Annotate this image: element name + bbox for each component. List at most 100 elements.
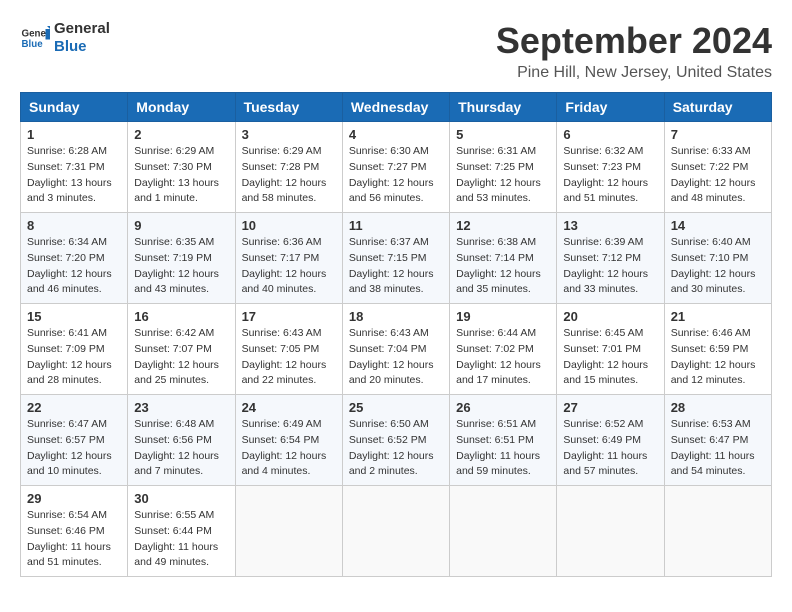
calendar-cell: 21 Sunrise: 6:46 AMSunset: 6:59 PMDayligh… xyxy=(664,304,771,395)
day-number: 6 xyxy=(563,127,657,142)
day-number: 19 xyxy=(456,309,550,324)
day-info: Sunrise: 6:29 AMSunset: 7:28 PMDaylight:… xyxy=(242,144,336,207)
logo-icon: General Blue xyxy=(20,23,50,53)
day-info: Sunrise: 6:50 AMSunset: 6:52 PMDaylight:… xyxy=(349,417,443,480)
weekday-header-tuesday: Tuesday xyxy=(235,93,342,122)
calendar-cell: 29Sunrise: 6:54 AMSunset: 6:46 PMDayligh… xyxy=(21,486,128,577)
day-number: 14 xyxy=(671,218,765,233)
day-info: Sunrise: 6:46 AMSunset: 6:59 PMDaylight:… xyxy=(671,326,765,389)
day-info: Sunrise: 6:45 AMSunset: 7:01 PMDaylight:… xyxy=(563,326,657,389)
calendar-cell: 24 Sunrise: 6:49 AMSunset: 6:54 PMDayligh… xyxy=(235,395,342,486)
calendar-week-row: 1 Sunrise: 6:28 AMSunset: 7:31 PMDaylight… xyxy=(21,122,772,213)
weekday-header-friday: Friday xyxy=(557,93,664,122)
day-number: 23 xyxy=(134,400,228,415)
calendar-cell: 23Sunrise: 6:48 AMSunset: 6:56 PMDayligh… xyxy=(128,395,235,486)
day-number: 1 xyxy=(27,127,121,142)
day-number: 25 xyxy=(349,400,443,415)
weekday-header-row: SundayMondayTuesdayWednesdayThursdayFrid… xyxy=(21,93,772,122)
day-info: Sunrise: 6:47 AMSunset: 6:57 PMDaylight:… xyxy=(27,417,121,480)
day-info: Sunrise: 6:29 AMSunset: 7:30 PMDaylight:… xyxy=(134,144,228,207)
day-number: 30 xyxy=(134,491,228,506)
calendar-cell xyxy=(235,486,342,577)
calendar-cell: 2Sunrise: 6:29 AMSunset: 7:30 PMDaylight… xyxy=(128,122,235,213)
calendar-cell: 4 Sunrise: 6:30 AMSunset: 7:27 PMDaylight… xyxy=(342,122,449,213)
day-number: 22 xyxy=(27,400,121,415)
day-number: 5 xyxy=(456,127,550,142)
calendar-cell: 27Sunrise: 6:52 AMSunset: 6:49 PMDayligh… xyxy=(557,395,664,486)
day-number: 9 xyxy=(134,218,228,233)
page-header: General Blue General Blue September 2024… xyxy=(20,20,772,82)
day-info: Sunrise: 6:49 AMSunset: 6:54 PMDaylight:… xyxy=(242,417,336,480)
day-info: Sunrise: 6:41 AMSunset: 7:09 PMDaylight:… xyxy=(27,326,121,389)
day-info: Sunrise: 6:33 AMSunset: 7:22 PMDaylight:… xyxy=(671,144,765,207)
day-number: 13 xyxy=(563,218,657,233)
day-number: 15 xyxy=(27,309,121,324)
day-number: 28 xyxy=(671,400,765,415)
day-info: Sunrise: 6:28 AMSunset: 7:31 PMDaylight:… xyxy=(27,144,121,207)
day-number: 10 xyxy=(242,218,336,233)
calendar-cell: 28 Sunrise: 6:53 AMSunset: 6:47 PMDayligh… xyxy=(664,395,771,486)
logo: General Blue General Blue xyxy=(20,20,110,56)
day-info: Sunrise: 6:40 AMSunset: 7:10 PMDaylight:… xyxy=(671,235,765,298)
month-title: September 2024 xyxy=(496,20,772,62)
calendar-cell: 15 Sunrise: 6:41 AMSunset: 7:09 PMDayligh… xyxy=(21,304,128,395)
day-number: 3 xyxy=(242,127,336,142)
weekday-header-sunday: Sunday xyxy=(21,93,128,122)
calendar-cell: 30Sunrise: 6:55 AMSunset: 6:44 PMDayligh… xyxy=(128,486,235,577)
day-number: 11 xyxy=(349,218,443,233)
day-info: Sunrise: 6:35 AMSunset: 7:19 PMDaylight:… xyxy=(134,235,228,298)
calendar-cell xyxy=(664,486,771,577)
calendar-cell: 16 Sunrise: 6:42 AMSunset: 7:07 PMDayligh… xyxy=(128,304,235,395)
day-info: Sunrise: 6:30 AMSunset: 7:27 PMDaylight:… xyxy=(349,144,443,207)
calendar-cell: 22 Sunrise: 6:47 AMSunset: 6:57 PMDayligh… xyxy=(21,395,128,486)
day-number: 16 xyxy=(134,309,228,324)
day-info: Sunrise: 6:42 AMSunset: 7:07 PMDaylight:… xyxy=(134,326,228,389)
calendar-week-row: 8 Sunrise: 6:34 AMSunset: 7:20 PMDaylight… xyxy=(21,213,772,304)
calendar-cell: 8 Sunrise: 6:34 AMSunset: 7:20 PMDaylight… xyxy=(21,213,128,304)
day-number: 20 xyxy=(563,309,657,324)
calendar-cell: 26Sunrise: 6:51 AMSunset: 6:51 PMDayligh… xyxy=(450,395,557,486)
calendar-cell: 17 Sunrise: 6:43 AMSunset: 7:05 PMDayligh… xyxy=(235,304,342,395)
day-number: 12 xyxy=(456,218,550,233)
day-number: 24 xyxy=(242,400,336,415)
calendar-cell: 7Sunrise: 6:33 AMSunset: 7:22 PMDaylight… xyxy=(664,122,771,213)
calendar-cell: 18Sunrise: 6:43 AMSunset: 7:04 PMDayligh… xyxy=(342,304,449,395)
calendar-cell: 10 Sunrise: 6:36 AMSunset: 7:17 PMDayligh… xyxy=(235,213,342,304)
calendar-cell: 11Sunrise: 6:37 AMSunset: 7:15 PMDayligh… xyxy=(342,213,449,304)
calendar-cell: 3 Sunrise: 6:29 AMSunset: 7:28 PMDaylight… xyxy=(235,122,342,213)
weekday-header-wednesday: Wednesday xyxy=(342,93,449,122)
day-number: 27 xyxy=(563,400,657,415)
day-info: Sunrise: 6:36 AMSunset: 7:17 PMDaylight:… xyxy=(242,235,336,298)
day-info: Sunrise: 6:34 AMSunset: 7:20 PMDaylight:… xyxy=(27,235,121,298)
day-number: 8 xyxy=(27,218,121,233)
weekday-header-monday: Monday xyxy=(128,93,235,122)
calendar-cell: 20 Sunrise: 6:45 AMSunset: 7:01 PMDayligh… xyxy=(557,304,664,395)
calendar-cell xyxy=(342,486,449,577)
day-info: Sunrise: 6:32 AMSunset: 7:23 PMDaylight:… xyxy=(563,144,657,207)
calendar-cell: 9 Sunrise: 6:35 AMSunset: 7:19 PMDaylight… xyxy=(128,213,235,304)
calendar-cell: 14 Sunrise: 6:40 AMSunset: 7:10 PMDayligh… xyxy=(664,213,771,304)
day-info: Sunrise: 6:31 AMSunset: 7:25 PMDaylight:… xyxy=(456,144,550,207)
calendar-cell: 13 Sunrise: 6:39 AMSunset: 7:12 PMDayligh… xyxy=(557,213,664,304)
day-number: 4 xyxy=(349,127,443,142)
calendar-week-row: 22 Sunrise: 6:47 AMSunset: 6:57 PMDayligh… xyxy=(21,395,772,486)
svg-text:Blue: Blue xyxy=(22,39,44,50)
calendar-cell: 1 Sunrise: 6:28 AMSunset: 7:31 PMDaylight… xyxy=(21,122,128,213)
calendar-cell: 6 Sunrise: 6:32 AMSunset: 7:23 PMDaylight… xyxy=(557,122,664,213)
weekday-header-saturday: Saturday xyxy=(664,93,771,122)
day-info: Sunrise: 6:39 AMSunset: 7:12 PMDaylight:… xyxy=(563,235,657,298)
weekday-header-thursday: Thursday xyxy=(450,93,557,122)
day-number: 21 xyxy=(671,309,765,324)
day-number: 17 xyxy=(242,309,336,324)
day-number: 26 xyxy=(456,400,550,415)
logo-text-general: General xyxy=(54,20,110,38)
day-number: 29 xyxy=(27,491,121,506)
day-info: Sunrise: 6:43 AMSunset: 7:05 PMDaylight:… xyxy=(242,326,336,389)
calendar-cell xyxy=(450,486,557,577)
day-info: Sunrise: 6:43 AMSunset: 7:04 PMDaylight:… xyxy=(349,326,443,389)
calendar-cell: 12Sunrise: 6:38 AMSunset: 7:14 PMDayligh… xyxy=(450,213,557,304)
calendar-cell: 19Sunrise: 6:44 AMSunset: 7:02 PMDayligh… xyxy=(450,304,557,395)
calendar-cell: 25 Sunrise: 6:50 AMSunset: 6:52 PMDayligh… xyxy=(342,395,449,486)
logo-text-blue: Blue xyxy=(54,38,110,56)
day-info: Sunrise: 6:53 AMSunset: 6:47 PMDaylight:… xyxy=(671,417,765,480)
